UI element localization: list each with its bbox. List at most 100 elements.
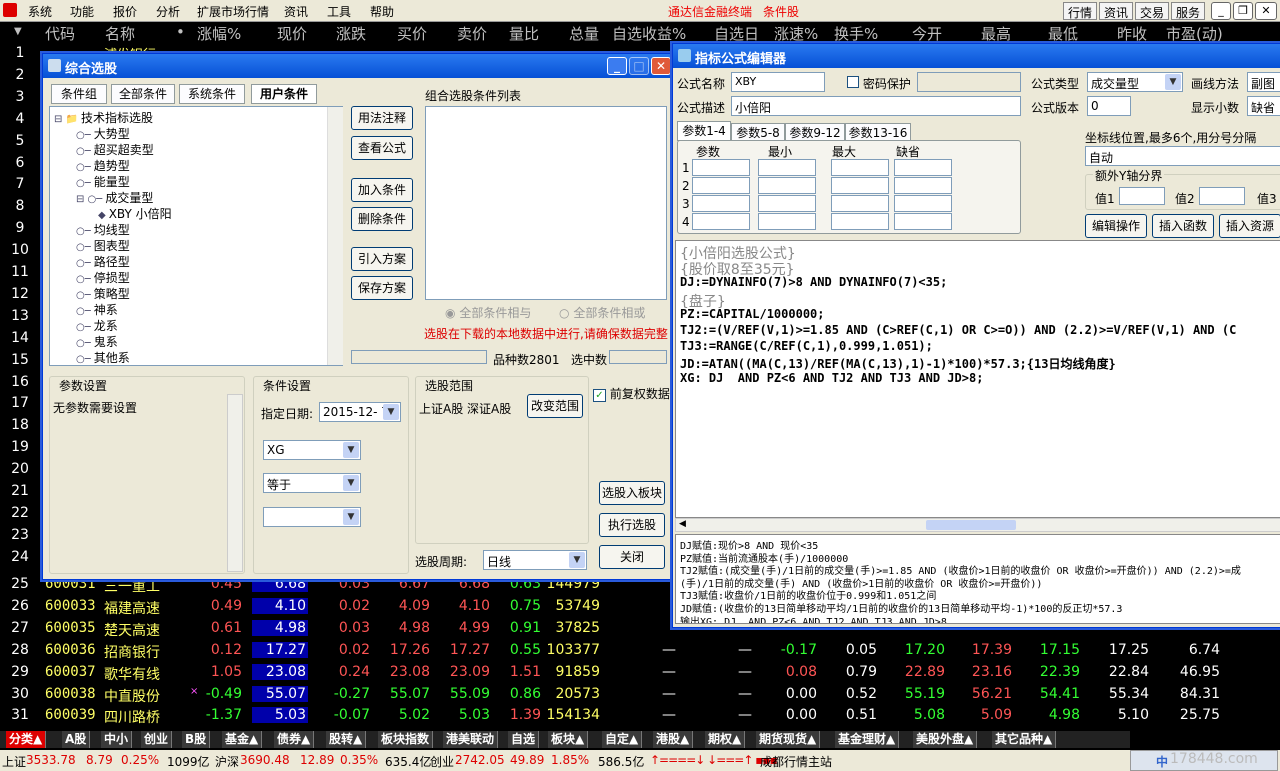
bottom-tab[interactable]: 债券▲ xyxy=(274,731,315,748)
param-cell[interactable] xyxy=(692,195,750,212)
col-low[interactable]: 最低 xyxy=(1048,23,1078,44)
bottom-tab[interactable]: 基金▲ xyxy=(222,731,263,748)
col-code[interactable]: 代码 xyxy=(45,23,75,44)
axis-input[interactable]: 自动 xyxy=(1085,146,1280,166)
bottom-tab[interactable]: 期权▲ xyxy=(705,731,746,748)
tree-scrollbar[interactable] xyxy=(327,107,343,365)
tab-params-1-4[interactable]: 参数1-4 xyxy=(677,121,731,141)
col-high[interactable]: 最高 xyxy=(981,23,1011,44)
bottom-tab[interactable]: B股 xyxy=(182,731,211,748)
bottom-tab[interactable]: 板块▲ xyxy=(548,731,589,748)
bottom-tab[interactable]: A股 xyxy=(62,731,91,748)
bottom-tab[interactable]: 自定▲ xyxy=(602,731,643,748)
view-formula-button[interactable]: 查看公式 xyxy=(351,136,413,160)
param-cell[interactable] xyxy=(692,159,750,176)
edit-ops-button[interactable]: 编辑操作 xyxy=(1085,214,1147,238)
menu-extended-market[interactable]: 扩展市场行情 xyxy=(197,3,269,20)
param-cell[interactable] xyxy=(894,177,952,194)
scroll-left-icon[interactable]: ◀ xyxy=(679,519,686,529)
param-scrollbar[interactable] xyxy=(227,394,243,572)
table-row[interactable]: 31 600039 四川路桥 -1.37 5.03 -0.07 5.02 5.03 1.39 15… xyxy=(0,707,1258,728)
value2-input[interactable] xyxy=(1199,187,1245,205)
header-arrow-icon[interactable]: ▼ xyxy=(14,26,22,37)
add-condition-button[interactable]: 加入条件 xyxy=(351,178,413,202)
dropdown-arrow-icon[interactable]: ▼ xyxy=(383,404,399,420)
service-button[interactable]: 服务 xyxy=(1171,2,1206,20)
close-button[interactable]: 关闭 xyxy=(599,545,665,569)
bottom-tab[interactable]: 分类▲ xyxy=(6,731,47,748)
param-cell[interactable] xyxy=(894,195,952,212)
operator-select[interactable]: 等于 ▼ xyxy=(263,473,361,493)
param-cell[interactable] xyxy=(831,159,889,176)
password-checkbox[interactable]: 密码保护 xyxy=(847,75,911,92)
param-cell[interactable] xyxy=(758,213,816,230)
close-icon[interactable]: ✕ xyxy=(1255,2,1277,20)
col-change-pct[interactable]: 涨幅% xyxy=(197,23,241,44)
tab-system-conditions[interactable]: 系统条件 xyxy=(179,84,245,104)
tab-all-conditions[interactable]: 全部条件 xyxy=(111,84,175,104)
col-self-date[interactable]: 自选日 xyxy=(714,23,759,44)
news-button[interactable]: 资讯 xyxy=(1099,2,1134,20)
tree-item[interactable]: ○─ 超买超卖型 xyxy=(76,141,154,158)
radio-all-or[interactable]: ○ 全部条件相或 xyxy=(559,304,645,321)
table-row[interactable]: 28 600036 招商银行 0.12 17.27 0.02 17.26 17.27 0.55 1… xyxy=(0,641,1258,663)
trade-button[interactable]: 交易 xyxy=(1135,2,1170,20)
tree-item[interactable]: ○─ 路径型 xyxy=(76,253,130,270)
col-dot[interactable]: • xyxy=(176,23,185,41)
tree-item[interactable]: ○─ 趋势型 xyxy=(76,157,130,174)
close-icon[interactable]: ✕ xyxy=(651,57,671,75)
tree-item[interactable]: ◆ XBY 小倍阳 xyxy=(98,205,172,222)
formula-version-input[interactable]: 0 xyxy=(1087,96,1131,116)
tree-item[interactable]: ○─ 策略型 xyxy=(76,285,130,302)
dropdown-arrow-icon[interactable]: ▼ xyxy=(343,442,359,458)
menu-analysis[interactable]: 分析 xyxy=(156,3,180,20)
minimize-icon[interactable]: _ xyxy=(1211,2,1231,20)
col-self-return[interactable]: 自选收益% xyxy=(612,23,686,44)
formula-code-editor[interactable]: {小倍阳选股公式} {股价取8至35元} DJ:=DYNAINFO(7)>8 AND… xyxy=(675,240,1280,518)
fq-checkbox[interactable]: ✓ 前复权数据 xyxy=(593,385,670,402)
formula-desc-input[interactable]: 小倍阳 xyxy=(731,96,1021,116)
tree-item[interactable]: ○─ 其他系 xyxy=(76,349,130,366)
col-ask[interactable]: 卖价 xyxy=(457,23,487,44)
date-picker[interactable]: 2015-12- 7 ▼ xyxy=(319,402,401,422)
menu-quote[interactable]: 报价 xyxy=(113,3,137,20)
radio-all-and[interactable]: ◉ 全部条件相与 xyxy=(445,304,531,321)
tab-condition-group[interactable]: 条件组 xyxy=(51,84,107,104)
minimize-icon[interactable]: _ xyxy=(607,57,627,75)
insert-function-button[interactable]: 插入函数 xyxy=(1152,214,1214,238)
draw-method-select[interactable]: 副图 xyxy=(1247,72,1280,92)
col-turnover[interactable]: 换手% xyxy=(834,23,878,44)
tree-item[interactable]: ○─ 停损型 xyxy=(76,269,130,286)
value1-input[interactable] xyxy=(1119,187,1165,205)
period-select[interactable]: 日线 ▼ xyxy=(483,550,587,570)
value-select[interactable]: ▼ xyxy=(263,507,361,527)
usage-notes-button[interactable]: 用法注释 xyxy=(351,106,413,130)
change-range-button[interactable]: 改变范围 xyxy=(527,394,583,418)
col-open[interactable]: 今开 xyxy=(912,23,942,44)
editor-titlebar[interactable]: 指标公式编辑器 xyxy=(673,44,1280,68)
table-row[interactable]: 30 × 600038 中直股份 -0.49 55.07 -0.27 55.07 55.09 0.… xyxy=(0,685,1258,707)
col-volume-ratio[interactable]: 量比 xyxy=(509,23,539,44)
bottom-tab[interactable]: 中小 xyxy=(101,731,133,748)
ime-lang[interactable]: 中 xyxy=(1156,753,1168,770)
bottom-tab[interactable]: 期货现货▲ xyxy=(756,731,821,748)
tree-item[interactable]: ⊟ 📁 技术指标选股 xyxy=(54,109,153,126)
maximize-icon[interactable]: □ xyxy=(629,57,649,75)
param-cell[interactable] xyxy=(894,213,952,230)
dropdown-arrow-icon[interactable]: ▼ xyxy=(343,475,359,491)
tree-item[interactable]: ○─ 均线型 xyxy=(76,221,130,238)
param-cell[interactable] xyxy=(831,195,889,212)
menu-function[interactable]: 功能 xyxy=(70,3,94,20)
param-cell[interactable] xyxy=(831,213,889,230)
bottom-tab[interactable]: 港美联动 xyxy=(443,731,499,748)
tab-user-conditions[interactable]: 用户条件 xyxy=(251,84,317,104)
bottom-tab[interactable]: 基金理财▲ xyxy=(835,731,900,748)
param-cell[interactable] xyxy=(692,177,750,194)
quote-button[interactable]: 行情 xyxy=(1063,2,1098,20)
col-speed[interactable]: 涨速% xyxy=(774,23,818,44)
tree-item[interactable]: ○─ 神系 xyxy=(76,301,118,318)
bottom-tab[interactable]: 自选 xyxy=(508,731,540,748)
menu-news[interactable]: 资讯 xyxy=(284,3,308,20)
col-pe[interactable]: 市盈(动) xyxy=(1166,23,1223,44)
param-cell[interactable] xyxy=(758,177,816,194)
